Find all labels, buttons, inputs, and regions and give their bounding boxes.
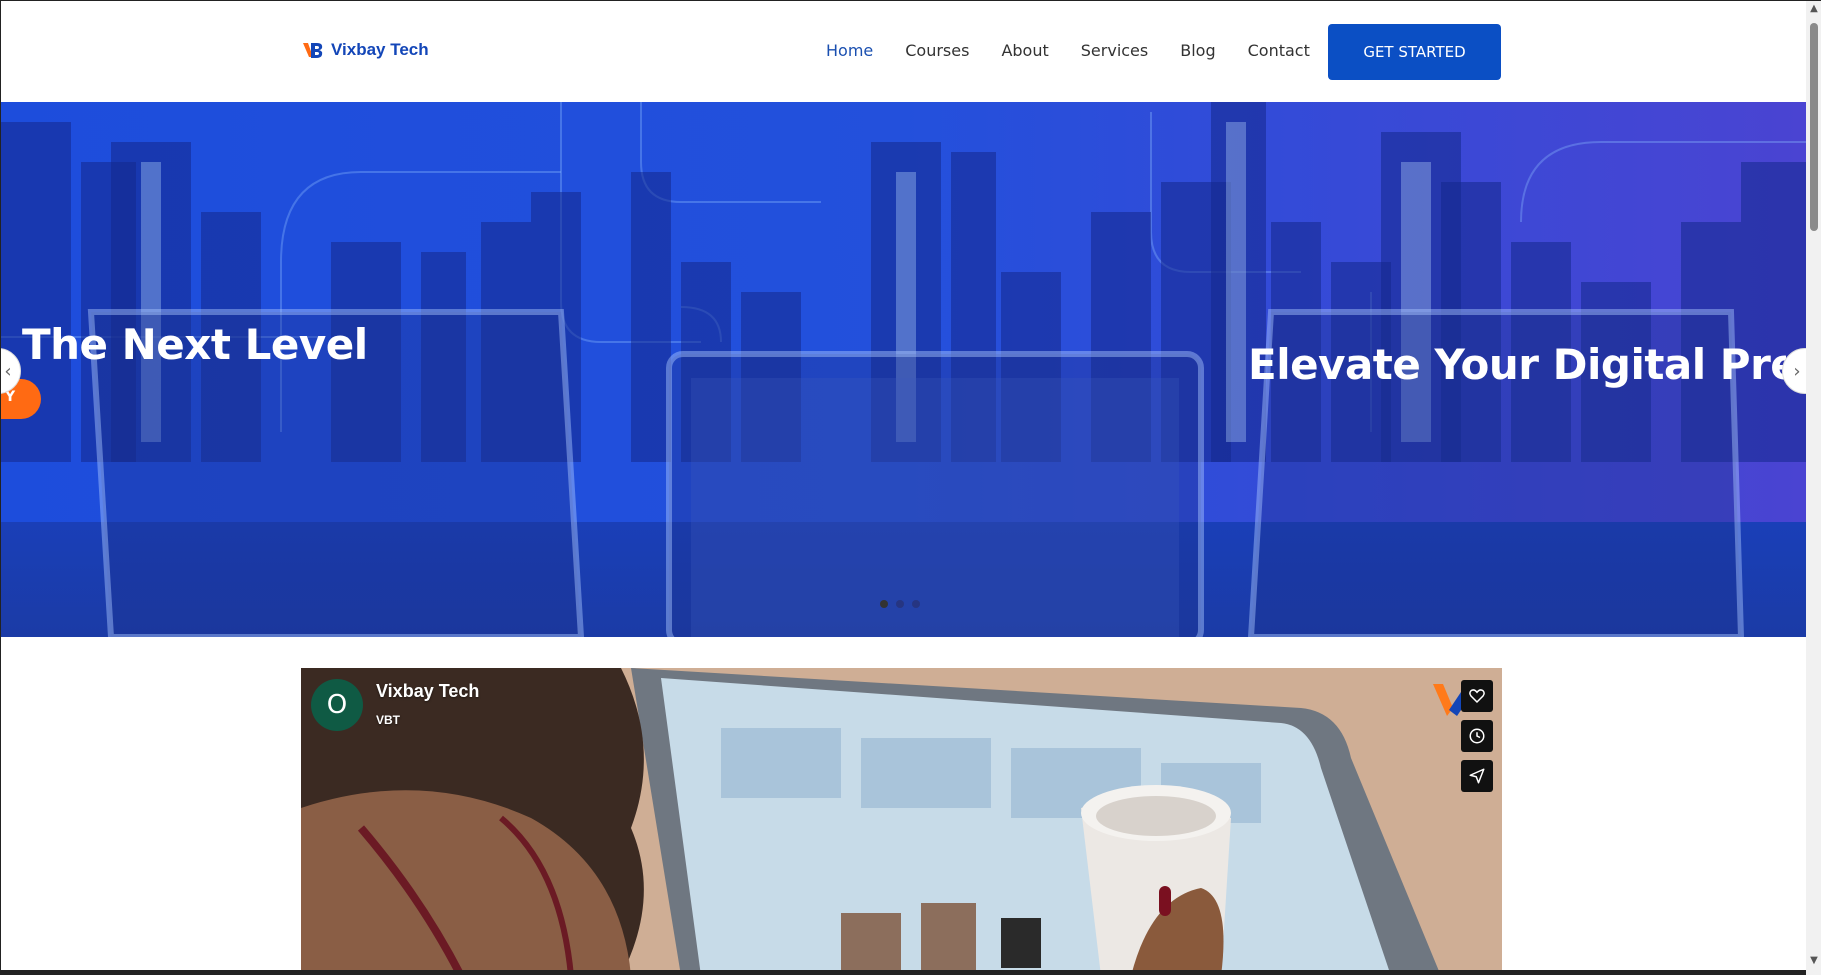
vb-logo-icon bbox=[303, 43, 323, 58]
slide-title-right-clip: Elevate Your Digital Presence bbox=[1241, 327, 1786, 397]
scroll-up-arrow-icon[interactable]: ▲ bbox=[1806, 1, 1821, 17]
scrollbar-thumb[interactable] bbox=[1810, 23, 1818, 231]
nav-item-home[interactable]: Home bbox=[826, 41, 873, 60]
site-header: Vixbay Tech Home Courses About Services … bbox=[1, 1, 1806, 102]
brand-logo[interactable]: Vixbay Tech bbox=[301, 37, 429, 63]
video-channel-subtitle: VBT bbox=[376, 713, 400, 727]
nav-item-courses[interactable]: Courses bbox=[905, 41, 969, 60]
nav-item-about[interactable]: About bbox=[1001, 41, 1048, 60]
slide-title-left: The Next Level bbox=[22, 320, 368, 369]
get-started-button[interactable]: GET STARTED bbox=[1328, 24, 1501, 80]
chevron-left-icon: ‹ bbox=[4, 360, 12, 382]
video-player[interactable]: O Vixbay Tech VBT bbox=[301, 668, 1502, 975]
video-thumbnail bbox=[301, 668, 1502, 975]
window-bottom-edge bbox=[1, 970, 1806, 975]
nav-item-contact[interactable]: Contact bbox=[1248, 41, 1310, 60]
chevron-right-icon: › bbox=[1793, 360, 1801, 382]
heart-icon bbox=[1469, 689, 1485, 704]
channel-avatar[interactable]: O bbox=[311, 679, 363, 731]
page: Vixbay Tech Home Courses About Services … bbox=[0, 0, 1821, 975]
slider-dot[interactable] bbox=[912, 600, 920, 608]
slider-dot[interactable] bbox=[896, 600, 904, 608]
clock-icon bbox=[1469, 728, 1485, 744]
scroll-down-arrow-icon[interactable]: ▼ bbox=[1806, 953, 1821, 969]
share-icon bbox=[1469, 768, 1485, 784]
slider-dot[interactable] bbox=[880, 600, 888, 608]
watch-later-button[interactable] bbox=[1461, 720, 1493, 752]
slide-title-right: Elevate Your Digital Presence bbox=[1248, 340, 1786, 389]
like-button[interactable] bbox=[1461, 680, 1493, 712]
main-nav: Home Courses About Services Blog Contact bbox=[826, 41, 1310, 60]
nav-item-blog[interactable]: Blog bbox=[1180, 41, 1215, 60]
hero-slider: The Next Level Elevate Your Digital Pres… bbox=[1, 102, 1806, 637]
video-channel-title[interactable]: Vixbay Tech bbox=[376, 681, 479, 702]
slider-pagination bbox=[880, 600, 920, 608]
nav-item-services[interactable]: Services bbox=[1081, 41, 1148, 60]
brand-name: Vixbay Tech bbox=[331, 40, 429, 59]
page-scrollbar[interactable]: ▲ ▼ bbox=[1806, 1, 1821, 975]
share-button[interactable] bbox=[1461, 760, 1493, 792]
